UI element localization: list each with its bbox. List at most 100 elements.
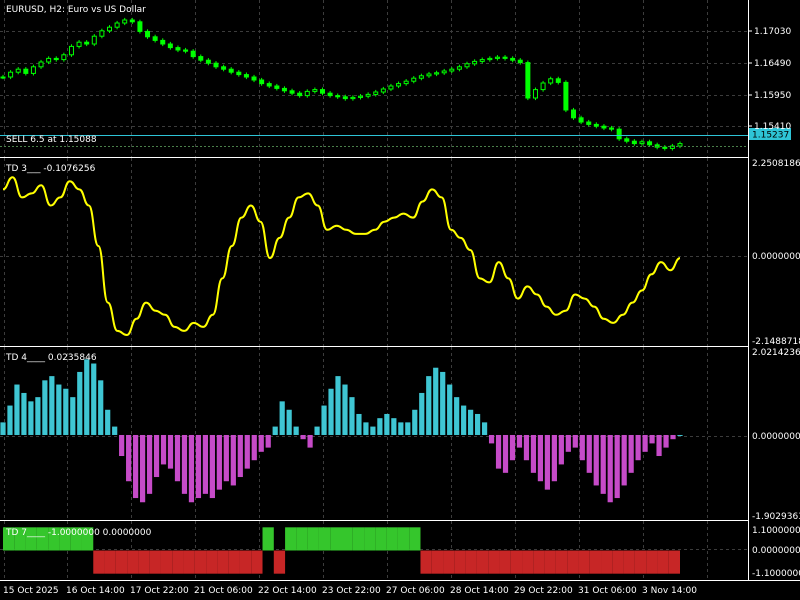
- candle-body[interactable]: [403, 80, 409, 85]
- candle-body[interactable]: [68, 45, 74, 56]
- candle-body[interactable]: [91, 35, 97, 45]
- candle-body[interactable]: [274, 85, 280, 89]
- candle-body[interactable]: [350, 96, 356, 100]
- candle-body[interactable]: [38, 61, 44, 68]
- candle-body[interactable]: [601, 125, 607, 129]
- td4-bar: [558, 434, 564, 465]
- candle-body[interactable]: [129, 19, 135, 23]
- candle-body[interactable]: [205, 59, 211, 64]
- candle-body[interactable]: [304, 90, 310, 97]
- chart-window[interactable]: EURUSD, H2: Euro vs US Dollar SELL 6.5 a…: [0, 0, 800, 600]
- candle-body[interactable]: [487, 57, 493, 61]
- candle-body[interactable]: [464, 63, 470, 68]
- candle-body[interactable]: [0, 76, 6, 79]
- candle-body[interactable]: [213, 62, 219, 68]
- candle-body[interactable]: [540, 82, 546, 91]
- candle-body[interactable]: [99, 30, 105, 37]
- candle-body[interactable]: [631, 140, 637, 145]
- candle-body[interactable]: [198, 56, 204, 61]
- candle-body[interactable]: [160, 39, 166, 45]
- candle-body[interactable]: [380, 88, 386, 93]
- candle-body[interactable]: [624, 138, 630, 142]
- current-price-tag-text: 1.15237: [752, 131, 789, 141]
- candle-body[interactable]: [411, 77, 417, 82]
- candle-body[interactable]: [122, 19, 128, 24]
- candle-body[interactable]: [175, 47, 181, 51]
- candle-body[interactable]: [472, 60, 478, 65]
- candle-body[interactable]: [259, 79, 265, 85]
- time-axis[interactable]: 15 Oct 2025 16 Oct 14:00 17 Oct 22:00 21…: [3, 586, 697, 596]
- candle-body[interactable]: [183, 49, 189, 52]
- candle-body[interactable]: [548, 78, 554, 84]
- candle-body[interactable]: [525, 62, 531, 99]
- candle-body[interactable]: [418, 75, 424, 79]
- candle-body[interactable]: [289, 90, 295, 94]
- candle-body[interactable]: [266, 83, 272, 87]
- candle-body[interactable]: [396, 83, 402, 87]
- candle-body[interactable]: [76, 41, 82, 47]
- candle-body[interactable]: [532, 89, 538, 99]
- candle-body[interactable]: [46, 57, 52, 63]
- candle-body[interactable]: [388, 85, 394, 90]
- candle-body[interactable]: [609, 127, 615, 130]
- td4-bar: [433, 367, 439, 435]
- candle-body[interactable]: [647, 141, 653, 146]
- candle-body[interactable]: [297, 92, 303, 97]
- candle-body[interactable]: [228, 68, 234, 73]
- candle-body[interactable]: [8, 71, 14, 78]
- candle-body[interactable]: [236, 71, 242, 76]
- candle-body[interactable]: [281, 87, 287, 92]
- candle-body[interactable]: [479, 59, 485, 62]
- candle-body[interactable]: [586, 121, 592, 125]
- candle-body[interactable]: [61, 54, 67, 61]
- candle-body[interactable]: [373, 91, 379, 95]
- sell-order-label[interactable]: SELL 6.5 at 1.15088: [6, 135, 97, 145]
- candle-body[interactable]: [114, 22, 120, 28]
- candle-body[interactable]: [510, 57, 516, 61]
- candle-body[interactable]: [517, 59, 523, 64]
- candle-body[interactable]: [616, 128, 622, 140]
- candle-body[interactable]: [677, 143, 683, 147]
- candle-body[interactable]: [571, 109, 577, 119]
- candle-body[interactable]: [441, 70, 447, 74]
- td4-bar: [398, 422, 404, 435]
- candle-body[interactable]: [426, 73, 432, 77]
- candle-body[interactable]: [167, 43, 173, 49]
- candle-body[interactable]: [251, 76, 257, 81]
- candle-body[interactable]: [84, 41, 90, 45]
- candle-body[interactable]: [221, 66, 227, 70]
- candle-body[interactable]: [662, 146, 668, 149]
- td4-bar: [454, 397, 460, 435]
- candle-body[interactable]: [555, 78, 561, 83]
- candle-body[interactable]: [30, 66, 36, 74]
- candle-body[interactable]: [327, 92, 333, 97]
- candle-body[interactable]: [190, 50, 196, 58]
- td7-bar: [262, 527, 274, 551]
- candle-body[interactable]: [152, 36, 158, 41]
- candle-body[interactable]: [53, 57, 59, 61]
- candle-body[interactable]: [342, 96, 348, 100]
- candle-body[interactable]: [106, 26, 112, 32]
- candle-body[interactable]: [312, 89, 318, 92]
- candle-body[interactable]: [335, 95, 341, 98]
- candle-body[interactable]: [593, 123, 599, 127]
- candle-body[interactable]: [358, 95, 364, 98]
- candle-body[interactable]: [494, 56, 500, 59]
- td4-bar: [642, 434, 648, 452]
- candle-body[interactable]: [319, 89, 325, 94]
- candle-body[interactable]: [365, 93, 371, 97]
- candle-body[interactable]: [449, 68, 455, 72]
- candle-body[interactable]: [15, 68, 21, 73]
- candle-body[interactable]: [243, 74, 249, 78]
- candle-body[interactable]: [639, 141, 645, 145]
- td4-bar: [328, 388, 334, 435]
- candle-body[interactable]: [578, 117, 584, 123]
- candle-body[interactable]: [434, 72, 440, 75]
- candle-body[interactable]: [456, 66, 462, 70]
- candle-body[interactable]: [563, 81, 569, 111]
- candle-body[interactable]: [23, 68, 29, 74]
- candle-body[interactable]: [137, 21, 143, 32]
- candle-body[interactable]: [145, 30, 151, 38]
- candle-body[interactable]: [502, 56, 508, 59]
- td4-bar: [356, 413, 362, 435]
